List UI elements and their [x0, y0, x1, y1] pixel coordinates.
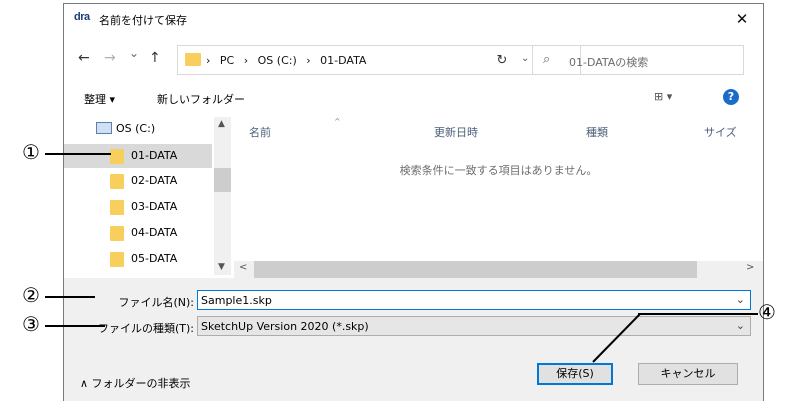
callout-line-2 — [45, 296, 95, 298]
folder-icon — [110, 252, 124, 267]
filename-value: Sample1.skp — [201, 294, 272, 307]
save-button[interactable]: 保存(S) — [537, 363, 613, 385]
column-header-type[interactable]: 種類 — [586, 124, 608, 140]
filename-label: ファイル名(N): — [118, 296, 194, 309]
dialog-footer: ファイル名(N): Sample1.skp ⌄ ファイルの種類(T): Sket… — [64, 278, 763, 401]
breadcrumb-separator: › — [306, 54, 311, 67]
forward-arrow-icon[interactable]: → — [104, 50, 116, 66]
title-bar: dra 名前を付けて保存 ✕ — [64, 4, 763, 34]
organize-menu[interactable]: 整理 ▾ — [84, 91, 115, 107]
scroll-right-icon[interactable]: > — [746, 262, 754, 273]
search-placeholder: 01-DATAの検索 — [569, 56, 649, 69]
tree-item-label: 04-DATA — [131, 226, 178, 239]
search-box[interactable]: ⌕ 01-DATAの検索 — [532, 45, 744, 75]
cancel-button[interactable]: キャンセル — [638, 363, 738, 385]
folder-icon — [110, 226, 124, 241]
breadcrumb-01-data[interactable]: 01-DATA — [320, 54, 366, 67]
address-bar[interactable]: › PC › OS (C:) › 01-DATA ⌄ — [177, 45, 581, 75]
scroll-thumb[interactable] — [214, 168, 231, 192]
scroll-thumb[interactable] — [254, 261, 697, 278]
folder-icon — [110, 174, 124, 189]
breadcrumb-separator: › — [243, 54, 249, 67]
callout-line-1 — [45, 153, 111, 155]
navigation-bar: ← → ⌄ ↑ › PC › OS (C:) › 01-DATA ⌄ ↻ ⌕ 0… — [64, 40, 763, 80]
filetype-value: SketchUp Version 2020 (*.skp) — [201, 320, 369, 333]
list-scrollbar[interactable]: < > — [234, 261, 763, 278]
callout-line-4 — [638, 313, 758, 315]
breadcrumb-os-c[interactable]: OS (C:) — [258, 54, 297, 67]
scroll-up-icon[interactable]: ▲ — [218, 119, 225, 129]
navigation-pane: OS (C:) 01-DATA 02-DATA 03-DATA 04-DATA … — [64, 117, 234, 275]
scroll-left-icon[interactable]: < — [239, 262, 247, 273]
tree-item-label: 01-DATA — [131, 149, 178, 162]
callout-line-4-diagonal — [592, 313, 641, 363]
hide-folders-button[interactable]: ∧ フォルダーの非表示 — [80, 375, 191, 391]
chevron-down-icon[interactable]: ⌄ — [736, 319, 745, 332]
tree-item-label: 05-DATA — [131, 252, 178, 265]
app-icon: dra — [74, 11, 90, 23]
folder-icon — [110, 149, 124, 164]
column-header-modified[interactable]: 更新日時 — [434, 124, 478, 140]
filetype-label: ファイルの種類(T): — [97, 322, 194, 335]
breadcrumb-separator: › — [206, 54, 211, 67]
filetype-select[interactable]: SketchUp Version 2020 (*.skp) ⌄ — [197, 316, 751, 336]
help-icon[interactable]: ? — [723, 89, 739, 105]
callout-4: ④ — [758, 300, 776, 324]
tree-item-folder[interactable]: 05-DATA — [64, 247, 212, 271]
empty-message: 検索条件に一致する項目はありません。 — [399, 164, 598, 177]
tree-item-folder[interactable]: 04-DATA — [64, 221, 212, 245]
chevron-down-icon[interactable]: ⌄ — [736, 293, 745, 306]
tree-item-drive[interactable]: OS (C:) — [64, 117, 212, 141]
window-title: 名前を付けて保存 — [99, 14, 187, 27]
search-icon: ⌕ — [543, 52, 551, 67]
callout-line-3 — [45, 325, 105, 327]
filename-input[interactable]: Sample1.skp ⌄ — [197, 290, 751, 310]
tree-item-folder[interactable]: 03-DATA — [64, 195, 212, 219]
file-list: 名前 ^ 更新日時 種類 サイズ 検索条件に一致する項目はありません。 — [234, 117, 763, 275]
callout-1: ① — [22, 140, 40, 164]
back-arrow-icon[interactable]: ← — [78, 50, 90, 66]
tree-item-folder[interactable]: 02-DATA — [64, 169, 212, 193]
sort-arrow-icon: ^ — [334, 117, 341, 126]
breadcrumb: › PC › OS (C:) › 01-DATA — [206, 54, 372, 67]
scroll-down-icon[interactable]: ▼ — [218, 262, 225, 272]
refresh-icon[interactable]: ↻ — [488, 53, 516, 83]
address-dropdown-icon[interactable]: ⌄ — [521, 53, 529, 64]
tree-item-label: 02-DATA — [131, 174, 178, 187]
folder-icon — [185, 53, 201, 66]
breadcrumb-pc[interactable]: PC — [220, 54, 234, 67]
tree-scrollbar[interactable]: ▲ ▼ — [214, 117, 231, 275]
save-as-dialog: dra 名前を付けて保存 ✕ ← → ⌄ ↑ › PC › OS (C:) › … — [63, 3, 764, 401]
column-header-size[interactable]: サイズ — [704, 124, 737, 140]
view-options-icon[interactable]: ⊞ ▾ — [654, 90, 672, 103]
drive-icon — [96, 122, 112, 134]
close-button[interactable]: ✕ — [729, 8, 755, 30]
tree-item-label: 03-DATA — [131, 200, 178, 213]
column-header-name[interactable]: 名前 — [249, 124, 271, 140]
recent-locations-icon[interactable]: ⌄ — [129, 46, 139, 60]
new-folder-button[interactable]: 新しいフォルダー — [157, 91, 245, 107]
callout-3: ③ — [22, 312, 40, 336]
folder-icon — [110, 200, 124, 215]
tree-item-folder[interactable]: 01-DATA — [64, 144, 212, 168]
command-bar: 整理 ▾ 新しいフォルダー ⊞ ▾ ? — [64, 84, 763, 114]
up-arrow-icon[interactable]: ↑ — [149, 50, 161, 66]
tree-item-label: OS (C:) — [116, 122, 156, 135]
callout-2: ② — [22, 283, 40, 307]
